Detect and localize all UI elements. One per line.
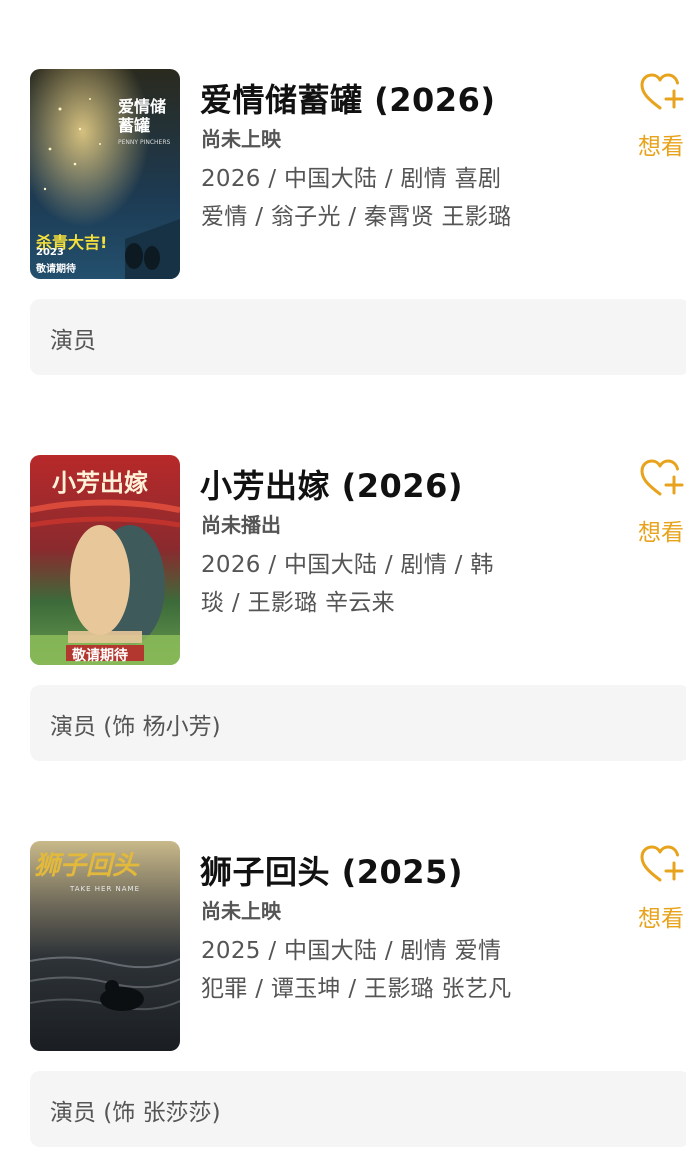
movie-meta-line2: 犯罪 / 谭玉坤 / 王影璐 张艺凡 [201,976,512,1002]
role-bar[interactable]: 演员 [30,299,686,375]
poster-year-text: 2023 [36,247,64,258]
release-status: 尚未播出 [201,513,281,537]
movie-meta-line1: 2026 / 中国大陆 / 剧情 喜剧 [201,166,502,192]
movie-meta-line2: 爱情 / 翁子光 / 秦霄贤 王影璐 [201,204,512,230]
want-to-watch-button[interactable]: 想看 [638,845,686,935]
movie-card[interactable]: 爱情储蓄罐 PENNY PINCHERS 杀青大吉! 2023 敬请期待 爱情储… [30,69,686,379]
role-bar[interactable]: 演员 (饰 张莎莎) [30,1071,686,1147]
heart-plus-icon [640,459,684,496]
poster-subtitle-text: PENNY PINCHERS [118,139,171,146]
heart-plus-icon [640,73,684,110]
poster-slogan-text: 敬请期待 [72,648,128,664]
movie-meta-line1: 2025 / 中国大陆 / 剧情 爱情 [201,938,502,964]
movie-meta-line1: 2026 / 中国大陆 / 剧情 / 韩 [201,552,494,578]
poster-title-text: 小芳出嫁 [52,469,148,497]
want-to-watch-button[interactable]: 想看 [638,73,686,163]
poster-title-text: 狮子回头 [34,851,139,881]
role-text: 演员 (饰 杨小芳) [50,714,221,740]
movie-card[interactable]: 狮子回头 TAKE HER NAME 狮子回头 (2025) 尚未上映 2025… [30,841,686,1151]
role-text: 演员 [50,328,96,354]
movie-title[interactable]: 狮子回头 (2025) [200,847,463,893]
movie-poster[interactable]: 爱情储蓄罐 PENNY PINCHERS 杀青大吉! 2023 敬请期待 [30,69,180,279]
want-to-watch-label: 想看 [638,134,684,160]
role-text: 演员 (饰 张莎莎) [50,1100,221,1126]
role-bar[interactable]: 演员 (饰 杨小芳) [30,685,686,761]
poster-subtitle-text: TAKE HER NAME [70,885,141,893]
poster-slogan-text: 敬请期待 [36,264,76,275]
release-status: 尚未上映 [201,899,281,923]
want-to-watch-button[interactable]: 想看 [638,459,686,549]
movie-card[interactable]: 小芳出嫁 敬请期待 小芳出嫁 (2026) 尚未播出 2026 / 中国大陆 /… [30,455,686,765]
movie-meta-line2: 琰 / 王影璐 辛云来 [201,590,395,616]
poster-title-text: 爱情储蓄罐 [118,97,167,135]
movie-title[interactable]: 小芳出嫁 (2026) [200,461,463,507]
movie-poster[interactable]: 小芳出嫁 敬请期待 [30,455,180,665]
release-status: 尚未上映 [201,127,281,151]
movie-poster[interactable]: 狮子回头 TAKE HER NAME [30,841,180,1051]
heart-plus-icon [640,845,684,882]
want-to-watch-label: 想看 [638,520,684,546]
movie-title[interactable]: 爱情储蓄罐 (2026) [200,75,495,121]
want-to-watch-label: 想看 [638,906,684,932]
